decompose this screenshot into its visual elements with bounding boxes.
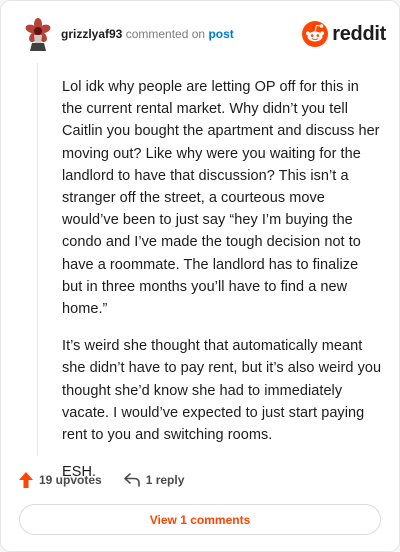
upvote-count: 19 upvotes <box>39 473 102 487</box>
post-link[interactable]: post <box>208 27 233 41</box>
comment-paragraph: It’s weird she thought that automaticall… <box>62 338 382 444</box>
reddit-logo[interactable]: reddit <box>302 21 386 47</box>
view-comments-button[interactable]: View 1 comments <box>19 504 381 535</box>
user-avatar[interactable] <box>21 17 55 51</box>
comment-footer: 19 upvotes 1 reply <box>19 469 184 491</box>
reply-count: 1 reply <box>145 473 185 487</box>
comment-card: grizzlyaf93 commented on post reddit Lol… <box>0 0 400 552</box>
upvote-button[interactable]: 19 upvotes <box>19 472 102 488</box>
reply-arrow-icon <box>123 473 140 487</box>
reply-button[interactable]: 1 reply <box>123 473 185 487</box>
comment-body: Lol idk why people are letting OP off fo… <box>62 76 382 498</box>
comment-byline: grizzlyaf93 commented on post <box>61 27 234 42</box>
brand-wordmark: reddit <box>332 22 386 45</box>
upvote-arrow-icon <box>19 472 33 488</box>
comment-action-text: commented on <box>125 27 206 41</box>
comment-header: grizzlyaf93 commented on post reddit <box>16 17 386 51</box>
thread-line[interactable] <box>37 63 38 456</box>
reddit-snoo-icon <box>302 21 329 47</box>
comment-paragraph: Lol idk why people are letting OP off fo… <box>62 79 380 318</box>
username-link[interactable]: grizzlyaf93 <box>61 27 122 41</box>
demogorgon-avatar-icon <box>25 18 51 51</box>
